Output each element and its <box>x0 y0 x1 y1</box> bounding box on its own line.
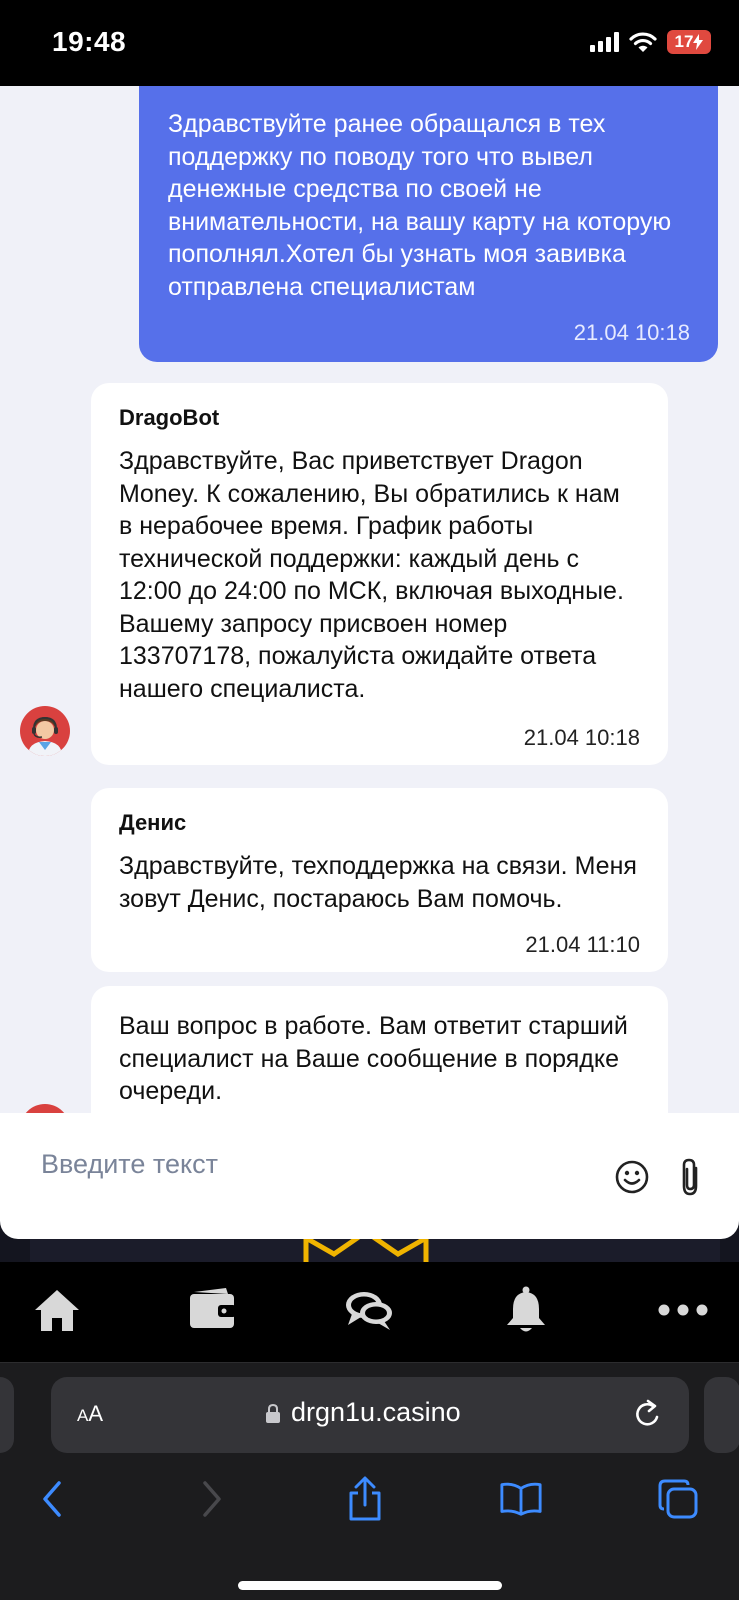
message-time: 21.04 10:18 <box>523 725 640 750</box>
url-display[interactable]: drgn1u.casino <box>265 1397 461 1428</box>
wifi-icon <box>629 32 657 52</box>
reload-icon[interactable] <box>631 1397 665 1431</box>
text-size-button[interactable]: AA <box>77 1401 103 1427</box>
nav-wallet[interactable] <box>185 1282 241 1338</box>
message-time: 21.04 11:10 <box>525 932 640 957</box>
battery-indicator: 17 <box>667 30 711 54</box>
avatar <box>20 706 70 756</box>
more-icon <box>658 1304 708 1316</box>
browser-toolbar: AA drgn1u.casino <box>0 1362 739 1600</box>
charging-bolt-icon <box>693 34 704 50</box>
status-time: 19:48 <box>52 26 127 57</box>
paperclip-icon[interactable] <box>676 1156 704 1198</box>
message-text: Здравствуйте, Вас приветствует Dragon Mo… <box>119 447 624 703</box>
message-text: Здравствуйте ранее обращался в тех подде… <box>168 110 672 301</box>
incoming-message: DragoBot Здравствуйте, Вас приветствует … <box>91 383 668 765</box>
tabs-button[interactable] <box>656 1477 700 1521</box>
url-text: drgn1u.casino <box>291 1397 461 1427</box>
back-icon <box>43 1481 61 1517</box>
support-agent-icon <box>28 716 62 756</box>
tabs-icon <box>658 1479 698 1519</box>
bell-icon <box>507 1286 545 1332</box>
incoming-message: Ваш вопрос в работе. Вам ответит старший… <box>91 986 668 1113</box>
status-bar: 19:48 17 <box>0 0 739 86</box>
previous-tab-preview[interactable] <box>0 1377 14 1453</box>
address-bar[interactable]: AA drgn1u.casino <box>51 1377 689 1453</box>
bookmarks-icon <box>500 1482 542 1516</box>
nav-home[interactable] <box>29 1282 85 1338</box>
message-input-bar: Введите текст <box>0 1113 739 1239</box>
bookmarks-button[interactable] <box>499 1477 543 1521</box>
message-sender: Денис <box>119 810 187 835</box>
message-sender: DragoBot <box>119 405 220 430</box>
outgoing-message: Здравствуйте ранее обращался в тех подде… <box>139 86 718 362</box>
lock-icon <box>266 1403 280 1423</box>
back-button[interactable] <box>30 1477 74 1521</box>
incoming-message: Денис Здравствуйте, техподдержка на связ… <box>91 788 668 972</box>
avatar <box>20 1104 70 1113</box>
bottom-navigation <box>0 1262 739 1362</box>
message-time: 21.04 10:18 <box>573 320 690 345</box>
home-icon <box>35 1290 79 1331</box>
share-button[interactable] <box>343 1476 387 1521</box>
status-icons: 17 <box>590 30 711 54</box>
forward-icon <box>203 1481 221 1517</box>
message-text: Здравствуйте, техподдержка на связи. Мен… <box>119 852 637 913</box>
cellular-signal-icon <box>590 32 619 52</box>
nav-chat[interactable] <box>341 1282 397 1338</box>
nav-notifications[interactable] <box>498 1282 554 1338</box>
message-input[interactable]: Введите текст <box>41 1149 218 1180</box>
home-indicator[interactable] <box>238 1581 502 1590</box>
chat-icon <box>346 1292 392 1330</box>
chat-area[interactable]: Здравствуйте ранее обращался в тех подде… <box>0 86 739 1113</box>
next-tab-preview[interactable] <box>704 1377 739 1453</box>
nav-more[interactable] <box>655 1282 711 1338</box>
wallet-icon <box>190 1288 236 1328</box>
message-text: Ваш вопрос в работе. Вам ответит старший… <box>119 1012 628 1105</box>
emoji-icon[interactable] <box>614 1159 650 1195</box>
forward-button[interactable] <box>190 1477 234 1521</box>
share-icon <box>349 1476 381 1521</box>
